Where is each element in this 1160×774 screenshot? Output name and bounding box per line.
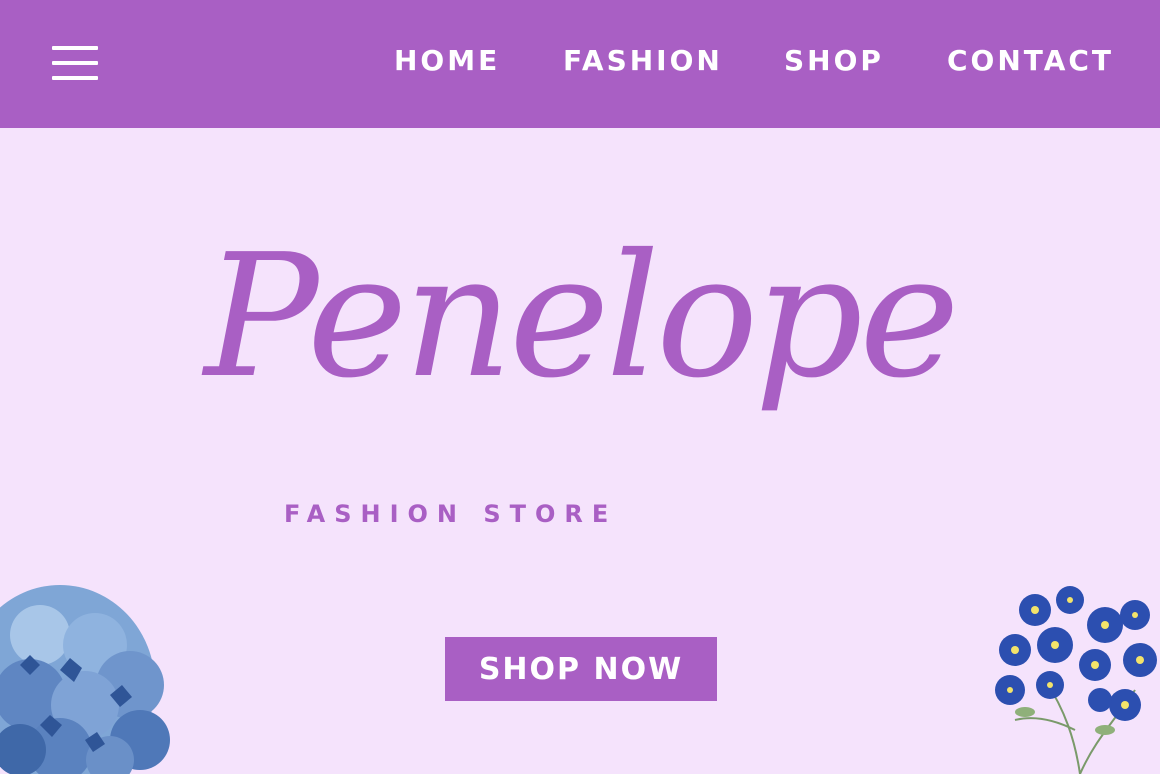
menu-bar	[52, 76, 98, 80]
menu-bar	[52, 46, 98, 50]
hydrangea-flower-illustration	[0, 585, 170, 774]
brand-tagline: FASHION STORE	[284, 500, 618, 528]
brand-logo-wordmark: Penelope	[204, 218, 960, 416]
nav-link-home[interactable]: HOME	[394, 44, 500, 77]
nav-link-shop[interactable]: SHOP	[784, 44, 884, 77]
shop-now-button[interactable]: SHOP NOW	[445, 637, 717, 701]
menu-bar	[52, 61, 98, 65]
hamburger-menu-icon[interactable]	[52, 46, 98, 80]
top-navbar: HOME FASHION SHOP CONTACT	[0, 0, 1160, 128]
forget-me-not-flower-illustration	[995, 586, 1157, 774]
nav-link-contact[interactable]: CONTACT	[947, 44, 1114, 77]
nav-link-fashion[interactable]: FASHION	[563, 44, 723, 77]
